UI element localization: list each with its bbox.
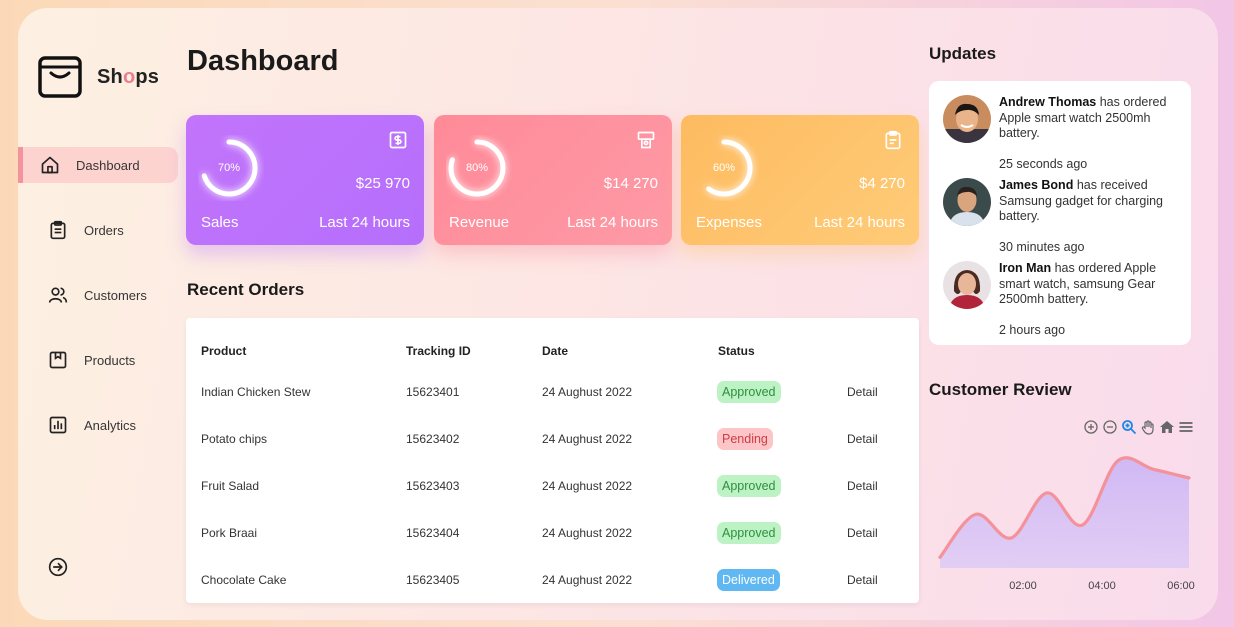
product-cell: Potato chips (201, 432, 268, 446)
status-badge: Delivered (717, 569, 780, 591)
orders-table: Product Tracking ID Date Status Indian C… (186, 318, 919, 603)
status-badge: Pending (717, 428, 773, 450)
revenue-label: Revenue (449, 214, 510, 231)
status-badge: Approved (717, 522, 781, 544)
magnifier-icon[interactable] (1121, 419, 1137, 435)
revenue-amount: $14 270 (603, 175, 658, 192)
avatar (943, 95, 991, 143)
detail-link[interactable]: Detail (847, 570, 878, 590)
sidebar-item-label: Products (84, 352, 136, 368)
sidebar-item-label: Orders (84, 222, 124, 238)
product-cell: Fruit Salad (201, 479, 260, 493)
avatar (943, 178, 991, 226)
sales-label: Sales (201, 214, 239, 231)
home-icon (41, 156, 59, 174)
table-row: Chocolate Cake 15623405 24 Aughust 2022 … (186, 569, 919, 617)
tracking-id-cell: 15623404 (406, 526, 460, 540)
x-tick-label: 06:00 (1167, 580, 1195, 592)
revenue-percent: 80% (465, 162, 489, 174)
zoom-in-icon[interactable] (1083, 419, 1099, 435)
tracking-id-cell: 15623401 (406, 385, 460, 399)
shopping-bag-icon (38, 56, 82, 98)
expenses-period: Last 24 hours (814, 214, 905, 231)
update-time: 30 minutes ago (999, 240, 1085, 254)
date-cell: 24 Aughust 2022 (542, 526, 633, 540)
updates-title: Updates (929, 44, 997, 63)
chart-toolbar (1083, 419, 1194, 435)
expenses-amount: $4 270 (859, 175, 905, 192)
app-name: Shops (97, 65, 160, 88)
detail-link[interactable]: Detail (847, 382, 878, 402)
date-cell: 24 Aughust 2022 (542, 479, 633, 493)
update-text: James Bond has received Samsung gadget f… (999, 178, 1163, 223)
status-badge: Approved (717, 381, 781, 403)
users-icon (48, 287, 68, 303)
sidebar-item-label: Analytics (84, 417, 137, 433)
x-tick-label: 04:00 (1088, 580, 1116, 592)
customer-review-chart[interactable]: 02:00 04:00 06:00 (936, 438, 1201, 598)
dollar-icon (389, 131, 407, 149)
menu-icon[interactable] (1178, 419, 1194, 435)
table-row: Fruit Salad 15623403 24 Aughust 2022 App… (186, 475, 919, 523)
sales-card[interactable]: 70% $25 970 Sales Last 24 hours (186, 115, 424, 245)
sidebar-item-products[interactable]: Products (18, 342, 178, 378)
expenses-percent: 60% (712, 162, 736, 174)
avatar (943, 261, 991, 309)
page-title: Dashboard (187, 45, 339, 77)
updates-panel: Andrew Thomas has ordered Apple smart wa… (929, 81, 1191, 345)
table-row: Pork Braai 15623404 24 Aughust 2022 Appr… (186, 522, 919, 570)
app-window: Shops Dashboard Orders Customers Product… (18, 8, 1218, 620)
customer-review-title: Customer Review (929, 380, 1072, 399)
date-cell: 24 Aughust 2022 (542, 432, 633, 446)
table-row: Potato chips 15623402 24 Aughust 2022 Pe… (186, 428, 919, 476)
sales-period: Last 24 hours (319, 214, 410, 231)
update-text: Iron Man has ordered Apple smart watch, … (999, 261, 1157, 306)
sidebar-item-customers[interactable]: Customers (18, 277, 178, 313)
sales-amount: $25 970 (355, 175, 410, 192)
detail-link[interactable]: Detail (847, 476, 878, 496)
revenue-card[interactable]: 80% $14 270 Revenue Last 24 hours (434, 115, 672, 245)
sidebar-item-orders[interactable]: Orders (18, 212, 178, 248)
product-cell: Indian Chicken Stew (201, 385, 311, 399)
detail-link[interactable]: Detail (847, 523, 878, 543)
tracking-id-cell: 15623405 (406, 573, 460, 587)
logo[interactable]: Shops (38, 54, 159, 100)
column-header-product: Product (201, 344, 247, 358)
update-text: Andrew Thomas has ordered Apple smart wa… (999, 95, 1167, 140)
tracking-id-cell: 15623402 (406, 432, 460, 446)
table-row: Indian Chicken Stew 15623401 24 Aughust … (186, 381, 919, 429)
revenue-period: Last 24 hours (567, 214, 658, 231)
tracking-id-cell: 15623403 (406, 479, 460, 493)
expenses-label: Expenses (696, 214, 762, 231)
wallet-icon (637, 131, 655, 149)
column-header-date: Date (542, 344, 569, 358)
home-icon[interactable] (1159, 419, 1175, 435)
sidebar-item-label: Dashboard (76, 157, 140, 173)
sales-percent: 70% (217, 162, 241, 174)
logout-icon[interactable] (48, 557, 68, 577)
sidebar-item-label: Customers (84, 287, 147, 303)
date-cell: 24 Aughust 2022 (542, 573, 633, 587)
update-time: 25 seconds ago (999, 157, 1088, 171)
receipt-icon (885, 130, 901, 150)
pan-hand-icon[interactable] (1140, 419, 1156, 435)
zoom-out-icon[interactable] (1102, 419, 1118, 435)
recent-orders-title: Recent Orders (187, 280, 305, 299)
expenses-card[interactable]: 60% $4 270 Expenses Last 24 hours (681, 115, 919, 245)
column-header-status: Status (718, 344, 755, 358)
product-cell: Pork Braai (201, 526, 258, 540)
sidebar-item-dashboard[interactable]: Dashboard (18, 147, 178, 183)
column-header-tracking-id: Tracking ID (406, 344, 471, 358)
detail-link[interactable]: Detail (847, 429, 878, 449)
clipboard-icon (50, 220, 66, 240)
box-icon (49, 351, 67, 369)
x-tick-label: 02:00 (1009, 580, 1037, 592)
update-time: 2 hours ago (999, 323, 1066, 337)
product-cell: Chocolate Cake (201, 573, 287, 587)
status-badge: Approved (717, 475, 781, 497)
sidebar-item-analytics[interactable]: Analytics (18, 407, 178, 443)
sidebar-nav: Dashboard Orders Customers Products Anal… (18, 147, 178, 472)
date-cell: 24 Aughust 2022 (542, 385, 633, 399)
bar-chart-icon (49, 416, 67, 434)
